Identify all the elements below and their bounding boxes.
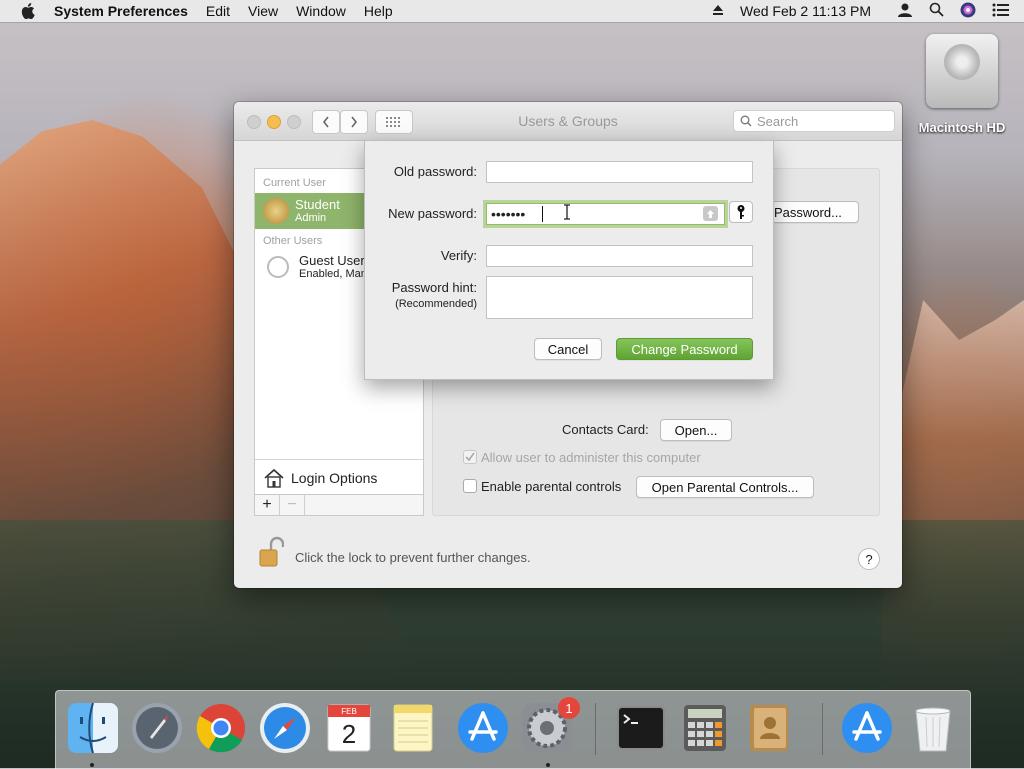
open-parental-controls-button[interactable]: Open Parental Controls... [636, 476, 814, 498]
guest-name: Guest User [299, 253, 365, 268]
lock-status-text: Click the lock to prevent further change… [295, 550, 531, 565]
ibeam-pointer-icon [563, 204, 571, 223]
guest-status: Enabled, Man [299, 268, 367, 280]
terminal-icon[interactable] [614, 701, 668, 755]
menu-view[interactable]: View [248, 3, 278, 19]
change-password-sheet: Old password: New password: ••••••• Veri… [364, 140, 774, 380]
spotlight-search-icon[interactable] [929, 2, 944, 20]
login-options-item[interactable]: Login Options [255, 459, 423, 496]
search-icon [740, 115, 752, 127]
help-button[interactable]: ? [858, 548, 880, 570]
eject-icon[interactable] [712, 3, 724, 19]
apple-menu-icon[interactable] [19, 2, 37, 20]
remove-user-button[interactable]: − [280, 495, 305, 515]
menu-app-name[interactable]: System Preferences [54, 3, 188, 19]
contacts-open-button[interactable]: Open... [660, 419, 732, 441]
caps-lock-indicator-icon [703, 206, 718, 221]
user-account-icon[interactable] [897, 2, 913, 21]
menu-bar: System Preferences Edit View Window Help… [0, 0, 1024, 22]
calendar-month: FEB [341, 707, 357, 716]
allow-admin-checkbox[interactable] [463, 450, 477, 464]
notification-center-icon[interactable] [992, 3, 1010, 20]
window-titlebar[interactable]: Users & Groups Search [234, 102, 902, 141]
calculator-icon[interactable] [678, 701, 732, 755]
sysprefs-running-dot [546, 763, 550, 767]
change-password-button[interactable]: Password... [771, 201, 859, 223]
app-store-icon[interactable] [456, 701, 510, 755]
menu-clock[interactable]: Wed Feb 2 11:13 PM [740, 3, 871, 19]
text-cursor [542, 206, 543, 222]
calendar-day: 2 [342, 719, 356, 749]
notification-badge: 1 [558, 697, 580, 719]
calendar-icon[interactable]: FEB 2 [322, 701, 376, 755]
dock: FEB 2 1 [55, 690, 971, 769]
parental-controls-label: Enable parental controls [481, 479, 622, 494]
password-hint-label: Password hint: [391, 280, 477, 295]
safari-icon[interactable] [258, 701, 312, 755]
student-name: Student [295, 197, 340, 212]
parental-controls-checkbox[interactable] [463, 479, 477, 493]
macintosh-hd-label: Macintosh HD [918, 120, 1006, 135]
trash-icon[interactable] [906, 701, 960, 755]
change-password-confirm-button[interactable]: Change Password [616, 338, 753, 360]
old-password-field[interactable] [486, 161, 753, 183]
new-password-value: ••••••• [491, 206, 526, 222]
dock-separator [595, 703, 596, 755]
contacts-icon[interactable] [742, 701, 796, 755]
unlocked-padlock-icon[interactable] [258, 536, 285, 571]
macintosh-hd-desktop-icon[interactable]: Macintosh HD [914, 34, 1010, 135]
search-placeholder: Search [757, 113, 799, 129]
dock-separator-2 [822, 703, 823, 755]
notes-icon[interactable] [386, 701, 440, 755]
launchpad-icon[interactable] [130, 701, 184, 755]
downloads-stack-icon[interactable] [840, 701, 894, 755]
contacts-card-label: Contacts Card: [562, 422, 649, 437]
key-icon [737, 205, 745, 219]
student-role: Admin [295, 212, 327, 224]
new-password-field[interactable]: ••••••• [486, 203, 725, 225]
cancel-button[interactable]: Cancel [534, 338, 602, 360]
chrome-icon[interactable] [194, 701, 248, 755]
password-assistant-key-button[interactable] [729, 201, 753, 223]
student-avatar [263, 198, 289, 224]
hard-drive-icon [926, 34, 998, 108]
allow-admin-label: Allow user to administer this computer [481, 450, 701, 465]
new-password-label: New password: [388, 206, 477, 221]
old-password-label: Old password: [393, 164, 477, 179]
password-hint-field[interactable] [486, 276, 753, 319]
finder-running-dot [90, 763, 94, 767]
checkmark-icon [465, 452, 475, 462]
guest-avatar [267, 256, 289, 278]
verify-label: Verify: [440, 248, 477, 263]
verify-field[interactable] [486, 245, 753, 267]
search-field[interactable]: Search [733, 110, 895, 132]
sidebar-button-bar: + − [254, 494, 424, 516]
siri-icon[interactable] [960, 2, 976, 21]
add-user-button[interactable]: + [255, 495, 280, 515]
menu-help[interactable]: Help [364, 3, 393, 19]
menu-edit[interactable]: Edit [206, 3, 230, 19]
password-hint-sublabel: (Recommended) [395, 298, 477, 310]
menu-window[interactable]: Window [296, 3, 346, 19]
house-icon [264, 468, 284, 488]
login-options-label: Login Options [291, 470, 378, 486]
finder-icon[interactable] [66, 701, 120, 755]
